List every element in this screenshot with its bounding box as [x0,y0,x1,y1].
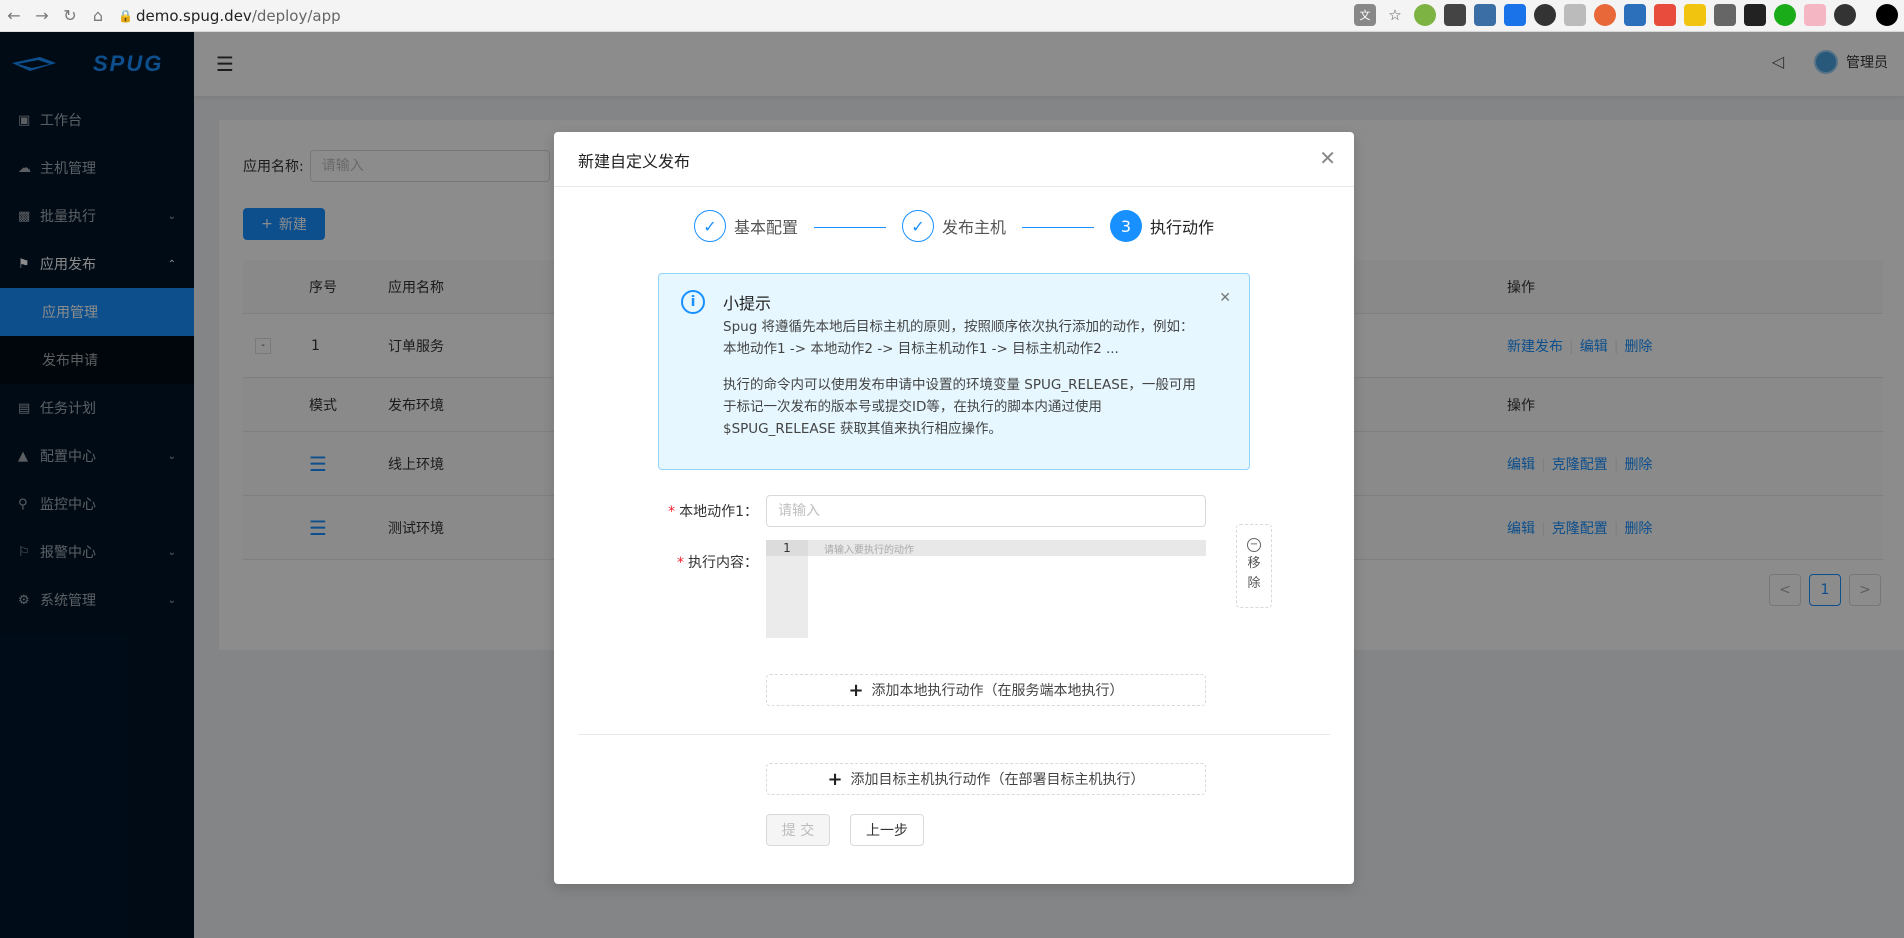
step-number: 3 [1110,210,1142,242]
modal-title: 新建自定义发布 [578,152,691,171]
url-host: demo.spug.dev [136,6,252,25]
local-action-input[interactable]: 请输入 [766,495,1206,527]
forward-icon[interactable]: → [28,2,56,30]
step-title: 基本配置 [734,218,799,237]
info-icon: i [681,290,705,314]
label-text: 本地动作1： [679,504,758,520]
alert-text: $SPUG_RELEASE 获取其值来执行相应操作。 [723,421,1002,437]
extension-icon[interactable] [1714,4,1736,26]
extension-icon[interactable] [1774,4,1796,26]
submit-button[interactable]: 提 交 [766,814,830,846]
section-divider [578,734,1330,735]
steps: ✓ 基本配置 ✓ 发布主机 3 执行动作 [694,210,1254,244]
button-label: 添加目标主机执行动作（在部署目标主机执行） [850,772,1145,788]
alert-text: 执行的命令内可以使用发布申请中设置的环境变量 SPUG_RELEASE，一般可用 [723,377,1196,393]
extension-icon[interactable] [1594,4,1616,26]
step-basic-config: ✓ 基本配置 [694,210,798,242]
browser-toolbar: ← → ↻ ⌂ 🔒 demo.spug.dev/deploy/app 文 ☆ [0,0,1904,32]
alert-text: Spug 将遵循先本地后目标主机的原则，按照顺序依次执行添加的动作，例如： [723,319,1194,335]
prev-step-button[interactable]: 上一步 [850,814,924,846]
step-title: 发布主机 [942,218,1007,237]
extension-icon[interactable] [1444,4,1466,26]
translate-icon[interactable]: 文 [1354,4,1376,26]
plus-icon: + [827,768,843,790]
extension-icon[interactable] [1654,4,1676,26]
address-bar[interactable]: 🔒 demo.spug.dev/deploy/app [118,3,1278,29]
alert-text: 于标记一次发布的版本号或提交ID等，在执行的脚本内通过使用 [723,399,1102,415]
extension-icon[interactable] [1744,4,1766,26]
tip-alert: i 小提示 ✕ Spug 将遵循先本地后目标主机的原则，按照顺序依次执行添加的动… [658,273,1250,470]
local-action-label: * 本地动作1： [658,501,758,521]
reload-icon[interactable]: ↻ [56,2,84,30]
button-label: 添加本地执行动作（在服务端本地执行） [871,683,1124,699]
extensions-bar: 文 ☆ [1354,4,1898,26]
close-icon[interactable]: ✕ [1219,290,1231,306]
plus-icon: + [848,679,864,701]
alert-text: 本地动作1 -> 本地动作2 -> 目标主机动作1 -> 目标主机动作2 ... [723,341,1119,357]
required-mark: * [677,555,684,571]
add-local-action-button[interactable]: + 添加本地执行动作（在服务端本地执行） [766,674,1206,706]
extension-icon[interactable] [1804,4,1826,26]
back-icon[interactable]: ← [0,2,28,30]
extension-icon[interactable] [1834,4,1856,26]
modal-header: 新建自定义发布 ✕ [554,132,1354,187]
extension-icon[interactable] [1414,4,1436,26]
extension-icon[interactable] [1504,4,1526,26]
remove-action-button[interactable]: − 移 除 [1236,524,1272,608]
line-number: 1 [766,540,808,556]
step-connector [1022,227,1094,228]
lock-icon: 🔒 [118,8,133,23]
step-deploy-hosts: ✓ 发布主机 [902,210,1006,242]
step-exec-actions: 3 执行动作 [1110,210,1214,242]
extension-icon[interactable] [1474,4,1496,26]
extension-icon[interactable] [1684,4,1706,26]
step-title: 执行动作 [1150,218,1215,237]
extension-icon[interactable] [1534,4,1556,26]
home-icon[interactable]: ⌂ [84,2,112,30]
label-text: 执行内容： [688,555,758,571]
star-icon[interactable]: ☆ [1384,4,1406,26]
minus-circle-icon: − [1247,538,1261,552]
editor-placeholder: 请输入要执行的动作 [824,545,914,556]
code-editor[interactable]: 1 请输入要执行的动作 [766,540,1206,638]
extension-icon[interactable] [1624,4,1646,26]
button-label: 除 [1247,576,1261,591]
add-target-action-button[interactable]: + 添加目标主机执行动作（在部署目标主机执行） [766,763,1206,795]
alert-title: 小提示 [723,294,772,313]
check-icon: ✓ [902,210,934,242]
profile-icon[interactable] [1876,4,1898,26]
required-mark: * [668,504,676,520]
check-icon: ✓ [694,210,726,242]
step-connector [814,227,886,228]
url-path: /deploy/app [251,6,341,25]
close-icon[interactable]: ✕ [1319,146,1336,170]
exec-content-label: * 执行内容： [658,552,758,572]
button-label: 移 [1247,556,1261,571]
new-custom-deploy-modal: 新建自定义发布 ✕ ✓ 基本配置 ✓ 发布主机 3 执行动作 i 小提示 ✕ S… [554,132,1354,884]
extension-icon[interactable] [1564,4,1586,26]
